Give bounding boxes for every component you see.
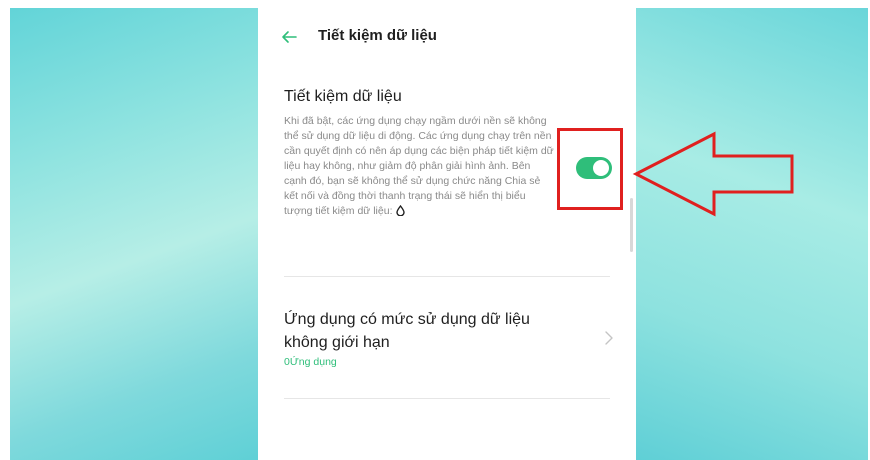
chevron-right-icon[interactable] (604, 330, 614, 346)
background-right (636, 8, 868, 460)
unrestricted-apps-title[interactable]: Ứng dụng có mức sử dụng dữ liệu không gi… (284, 308, 564, 354)
data-saver-description-text: Khi đã bật, các ứng dụng chạy ngầm dưới … (284, 115, 554, 217)
annotation-highlight-box (557, 128, 623, 210)
back-arrow-icon[interactable] (280, 28, 298, 46)
settings-screen: Tiết kiệm dữ liệu Tiết kiệm dữ liệu Khi … (258, 0, 636, 460)
annotation-arrow-icon (632, 131, 794, 217)
data-saver-title: Tiết kiệm dữ liệu (284, 88, 402, 105)
divider (284, 398, 610, 399)
data-saver-description: Khi đã bật, các ứng dụng chạy ngầm dưới … (284, 114, 556, 219)
data-saver-drop-icon (395, 205, 405, 216)
divider (284, 276, 610, 277)
background-left (10, 8, 258, 460)
page-title: Tiết kiệm dữ liệu (318, 27, 437, 44)
unrestricted-apps-count: 0Ứng dụng (284, 356, 337, 368)
